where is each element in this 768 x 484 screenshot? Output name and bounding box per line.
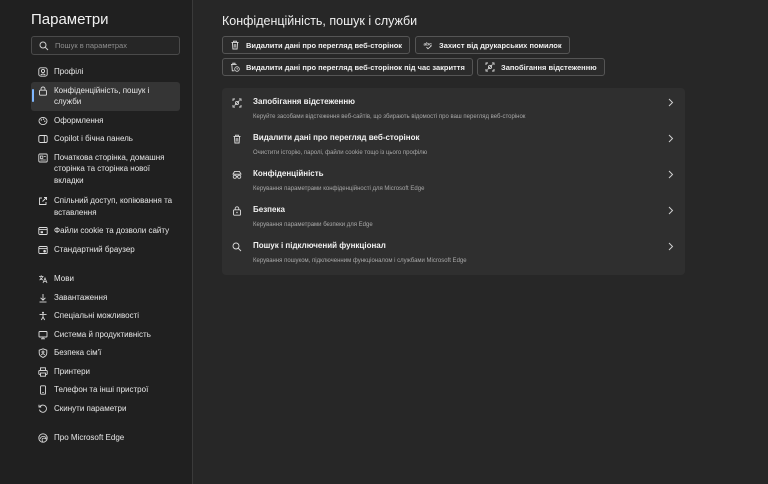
tracking-prevention-icon (485, 62, 495, 72)
search-icon (232, 242, 242, 252)
settings-app: Параметри Профілі Конфіденційність, пошу… (0, 0, 768, 484)
sidebar-item-languages[interactable]: Мови (31, 270, 180, 288)
sidebar-item-label: Файли cookie та дозволи сайту (54, 226, 170, 235)
sidebar-item-label: Безпека сім'ї (54, 348, 102, 357)
phone-icon (40, 385, 46, 395)
security-icon (233, 206, 241, 216)
languages-icon (39, 275, 48, 284)
site-permissions-icon (38, 227, 48, 235)
family-icon (38, 348, 48, 358)
browser-icon (38, 245, 48, 254)
sidebar-item-label: Copilot і бічна панель (54, 134, 133, 143)
sidebar-item-start-page[interactable]: Початкова сторінка, домашня сторінка та … (31, 149, 180, 190)
sidebar-item-label: Конфіденційність, пошук і служби (54, 85, 150, 107)
sidebar-item-about[interactable]: Про Microsoft Edge (31, 429, 180, 447)
button-label: Захист від друкарських помилок (439, 40, 562, 50)
sidebar-item-family[interactable]: Безпека сім'ї (31, 344, 180, 362)
sidebar-item-label: Профілі (54, 67, 84, 76)
typo-protection-button[interactable]: abc Захист від друкарських помилок (415, 36, 570, 54)
search-input[interactable] (55, 41, 175, 50)
sidebar-item-default-browser[interactable]: Стандартний браузер (31, 241, 180, 259)
sidebar-icon (38, 135, 48, 143)
row-search-services[interactable]: Пошук і підключений функціонал Керування… (222, 232, 685, 266)
row-title: Конфіденційність (253, 169, 324, 178)
sidebar: Параметри Профілі Конфіденційність, пошу… (0, 0, 193, 484)
sidebar-item-accessibility[interactable]: Спеціальні можливості (31, 307, 180, 325)
row-clear-browsing-data[interactable]: Видалити дані про перегляд веб-сторінок … (222, 124, 685, 158)
sidebar-item-profiles[interactable]: Профілі (31, 63, 180, 81)
row-title: Запобігання відстеженню (253, 97, 356, 106)
printer-icon (38, 366, 48, 377)
page-title: Конфіденційність, пошук і служби (222, 14, 418, 28)
sidebar-item-phone[interactable]: Телефон та інші пристрої (31, 381, 180, 399)
clear-browsing-data-button[interactable]: Видалити дані про перегляд веб-сторінок (222, 36, 411, 54)
settings-card: Запобігання відстеженню Керуйте засобами… (222, 88, 685, 275)
sidebar-item-copilot[interactable]: Copilot і бічна панель (31, 130, 180, 148)
trash-clock-icon (231, 62, 240, 72)
row-subtitle: Керуйте засобами відстеження веб-сайтів,… (253, 114, 526, 120)
row-tracking-prevention[interactable]: Запобігання відстеженню Керуйте засобами… (222, 88, 685, 122)
accessibility-icon (39, 311, 47, 321)
chevron-right-icon (668, 206, 674, 215)
row-title: Безпека (253, 205, 285, 214)
sidebar-item-printers[interactable]: Принтери (31, 363, 180, 381)
share-icon (39, 197, 47, 205)
sidebar-item-label: Про Microsoft Edge (54, 433, 125, 442)
sidebar-item-cookies[interactable]: Файли cookie та дозволи сайту (31, 222, 180, 240)
sidebar-item-share[interactable]: Спільний доступ, копіювання та вставленн… (31, 192, 180, 221)
appearance-icon (38, 116, 48, 125)
sidebar-item-label: Мови (54, 274, 74, 283)
system-icon (38, 330, 48, 339)
sidebar-item-label: Спеціальні можливості (54, 311, 140, 320)
sidebar-item-label: Принтери (54, 366, 91, 376)
sidebar-title: Параметри (31, 11, 109, 28)
button-label: Запобігання відстеженню (501, 62, 597, 72)
chevron-right-icon (668, 134, 674, 143)
trash-icon (231, 40, 239, 50)
sidebar-item-label: Система й продуктивність (54, 329, 151, 339)
sidebar-item-label: Завантаження (54, 292, 108, 302)
sidebar-item-label: Телефон та інші пристрої (54, 385, 149, 394)
chevron-right-icon (668, 98, 674, 107)
clear-on-close-button[interactable]: Видалити дані про перегляд веб-сторінок … (222, 58, 473, 76)
download-icon (39, 293, 47, 302)
row-privacy[interactable]: Конфіденційність Керування параметрами к… (222, 160, 685, 194)
row-security[interactable]: Безпека Керування параметрами безпеки дл… (222, 196, 685, 230)
button-label: Видалити дані про перегляд веб-сторінок … (246, 62, 465, 72)
row-title: Видалити дані про перегляд веб-сторінок (253, 133, 420, 142)
sidebar-item-label: Спільний доступ, копіювання та вставленн… (54, 196, 173, 217)
row-subtitle: Керування параметрами конфіденційності д… (253, 186, 425, 192)
chevron-right-icon (668, 170, 674, 179)
tracking-prevention-icon (232, 98, 242, 108)
sidebar-item-label: Початкова сторінка, домашня сторінка та … (54, 152, 165, 185)
home-icon (38, 153, 48, 162)
typo-protection-icon: abc (424, 42, 432, 50)
sidebar-item-label: Скинути параметри (54, 403, 127, 413)
button-label: Видалити дані про перегляд веб-сторінок (246, 40, 403, 50)
sidebar-item-system[interactable]: Система й продуктивність (31, 326, 180, 344)
row-subtitle: Керування пошуком, підключенним функціон… (253, 258, 467, 264)
lock-icon (39, 86, 47, 96)
privacy-icon (232, 170, 242, 179)
sidebar-item-label: Стандартний браузер (54, 244, 135, 254)
sidebar-item-reset[interactable]: Скинути параметри (31, 400, 180, 418)
search-box[interactable] (31, 36, 180, 55)
row-title: Пошук і підключений функціонал (253, 241, 386, 250)
edge-icon (38, 433, 48, 443)
row-subtitle: Керування параметрами безпеки для Edge (253, 222, 373, 228)
sidebar-item-label: Оформлення (54, 115, 104, 125)
tracking-prevention-button[interactable]: Запобігання відстеженню (477, 58, 605, 76)
sidebar-item-appearance[interactable]: Оформлення (31, 112, 180, 130)
sidebar-item-downloads[interactable]: Завантаження (31, 289, 180, 307)
sidebar-item-privacy[interactable]: Конфіденційність, пошук і служби (31, 81, 180, 111)
sidebar-nav: Профілі Конфіденційність, пошук і служби… (31, 62, 180, 447)
row-subtitle: Очистити історію, паролі, файли cookie т… (253, 150, 428, 156)
reset-icon (38, 404, 47, 413)
profile-icon (38, 67, 48, 77)
chevron-right-icon (668, 242, 674, 251)
trash-icon (233, 134, 241, 144)
search-icon (39, 41, 49, 50)
